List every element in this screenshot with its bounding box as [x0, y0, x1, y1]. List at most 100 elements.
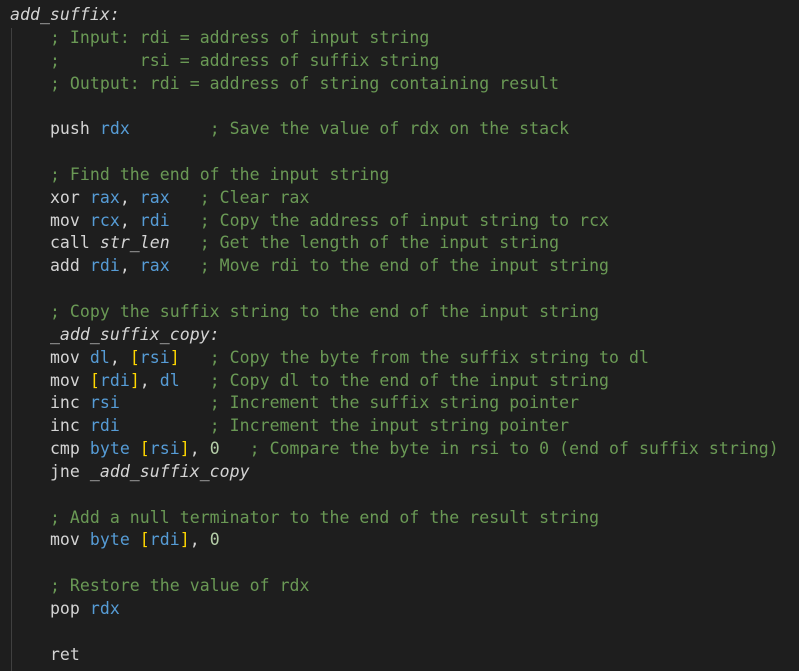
code-line-12: add rdi, rax ; Move rdi to the end of th…	[10, 255, 779, 278]
register: rsi	[89, 393, 120, 413]
comment: ; Get the length of the input string	[199, 233, 560, 253]
bracket-open: [	[129, 347, 140, 367]
register: dl	[159, 370, 180, 390]
register: rdx	[89, 598, 120, 618]
comment: ; Increment the suffix string pointer	[209, 393, 580, 413]
register: rdi	[99, 370, 130, 390]
comment: ; Copy dl to the end of the input string	[209, 370, 610, 390]
comment: ; Restore the value of rdx	[49, 576, 310, 596]
code-line-16: mov dl, [rsi] ; Copy the byte from the s…	[10, 347, 779, 370]
label-add-suffix-copy: _add_suffix_copy:	[49, 324, 220, 344]
number: 0	[209, 530, 220, 550]
code-line-17: mov [rdi], dl ; Copy dl to the end of th…	[10, 370, 779, 393]
separator: ,	[189, 530, 210, 550]
code-line-2: ; Input: rdi = address of input string	[10, 27, 779, 50]
separator: ,	[109, 347, 130, 367]
instruction: ret	[49, 644, 80, 664]
code-line-18: inc rsi ; Increment the suffix string po…	[10, 392, 779, 415]
code-line-15: _add_suffix_copy:	[10, 324, 779, 347]
register: rax	[139, 187, 170, 207]
code-content[interactable]: add_suffix: ; Input: rdi = address of in…	[10, 4, 779, 666]
instruction: inc	[49, 416, 80, 436]
comment: ; Add a null terminator to the end of th…	[49, 507, 600, 527]
instruction: push	[49, 119, 90, 139]
code-line-27: pop rdx	[10, 598, 779, 621]
code-line-3: ; rsi = address of suffix string	[10, 50, 779, 73]
register: rsi	[139, 347, 170, 367]
comment: ; Copy the suffix string to the end of t…	[49, 301, 600, 321]
register: rdi	[139, 210, 170, 230]
code-line-24: mov byte [rdi], 0	[10, 529, 779, 552]
code-line-21: jne _add_suffix_copy	[10, 461, 779, 484]
code-line-6: push rdx ; Save the value of rdx on the …	[10, 118, 779, 141]
instruction: pop	[49, 598, 80, 618]
code-line-19: inc rdi ; Increment the input string poi…	[10, 415, 779, 438]
comment: ; Move rdi to the end of the input strin…	[199, 256, 610, 276]
instruction: mov	[49, 530, 80, 550]
label-add-suffix: add_suffix:	[10, 5, 120, 24]
code-editor[interactable]: add_suffix: ; Input: rdi = address of in…	[0, 0, 799, 671]
bracket-open: [	[89, 370, 100, 390]
call-target: str_len	[99, 233, 170, 253]
jump-target: _add_suffix_copy	[89, 461, 250, 481]
separator: ,	[139, 370, 160, 390]
instruction: mov	[49, 370, 80, 390]
code-line-1: add_suffix:	[10, 4, 779, 27]
register: rax	[139, 256, 170, 276]
bracket-close: ]	[169, 347, 180, 367]
register: rax	[89, 187, 120, 207]
comment: ; Save the value of rdx on the stack	[209, 119, 570, 139]
bracket-open: [	[139, 439, 150, 459]
separator: ,	[119, 256, 140, 276]
comment: ; Compare the byte in rsi to 0 (end of s…	[249, 439, 779, 459]
comment: ; Input: rdi = address of input string	[49, 27, 430, 47]
code-line-4: ; Output: rdi = address of string contai…	[10, 73, 779, 96]
code-line-26: ; Restore the value of rdx	[10, 575, 779, 598]
comment: ; Increment the input string pointer	[209, 416, 570, 436]
code-line-8: ; Find the end of the input string	[10, 164, 779, 187]
number: 0	[209, 439, 220, 459]
instruction: cmp	[49, 439, 80, 459]
code-line-29: ret	[10, 644, 779, 667]
code-line-9: xor rax, rax ; Clear rax	[10, 187, 779, 210]
instruction: add	[49, 256, 80, 276]
register: rsi	[149, 439, 180, 459]
code-line-10: mov rcx, rdi ; Copy the address of input…	[10, 210, 779, 233]
separator: ,	[119, 187, 140, 207]
comment: ; Copy the address of input string to rc…	[199, 210, 610, 230]
register: rdx	[99, 119, 130, 139]
register: rdi	[89, 416, 120, 436]
instruction: mov	[49, 347, 80, 367]
bracket-close: ]	[179, 439, 190, 459]
bracket-open: [	[139, 530, 150, 550]
instruction: xor	[49, 187, 80, 207]
comment: ; Clear rax	[199, 187, 310, 207]
separator: ,	[189, 439, 210, 459]
register: dl	[89, 347, 110, 367]
code-line-20: cmp byte [rsi], 0 ; Compare the byte in …	[10, 438, 779, 461]
comment: ; rsi = address of suffix string	[49, 50, 440, 70]
size-specifier: byte	[89, 439, 130, 459]
comment: ; Copy the byte from the suffix string t…	[209, 347, 649, 367]
comment: ; Find the end of the input string	[49, 164, 390, 184]
register: rdi	[89, 256, 120, 276]
register: rcx	[89, 210, 120, 230]
bracket-close: ]	[179, 530, 190, 550]
instruction: mov	[49, 210, 80, 230]
instruction: call	[49, 233, 90, 253]
instruction: jne	[49, 461, 80, 481]
bracket-close: ]	[129, 370, 140, 390]
code-line-14: ; Copy the suffix string to the end of t…	[10, 301, 779, 324]
code-line-23: ; Add a null terminator to the end of th…	[10, 507, 779, 530]
separator: ,	[119, 210, 140, 230]
comment: ; Output: rdi = address of string contai…	[49, 73, 560, 93]
register: rdi	[149, 530, 180, 550]
size-specifier: byte	[89, 530, 130, 550]
code-line-11: call str_len ; Get the length of the inp…	[10, 232, 779, 255]
